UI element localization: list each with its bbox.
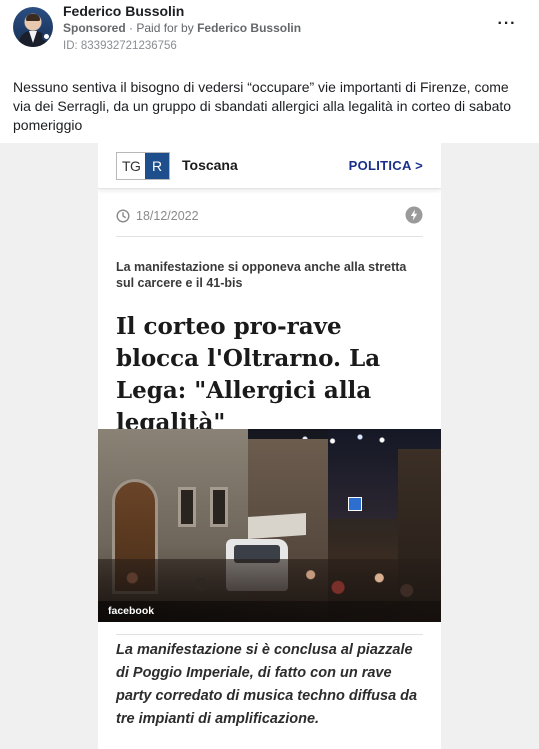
lightning-icon [405, 206, 423, 224]
photo-credit: facebook [108, 605, 155, 617]
tgr-logo-tg: TG [122, 158, 141, 174]
more-options-icon[interactable]: ··· [492, 14, 522, 34]
article-screenshot: TG R Toscana POLITICA > 18/12/2022 La ma… [98, 143, 441, 749]
photo-window [210, 487, 228, 527]
photo-street-sign [348, 497, 362, 511]
region-label: Toscana [182, 157, 238, 173]
article-kicker: La manifestazione si opponeva anche alla… [116, 260, 407, 290]
post-media[interactable]: TG R Toscana POLITICA > 18/12/2022 La ma… [0, 143, 539, 749]
article-photo: facebook [98, 429, 441, 622]
article-top-bar: TG R Toscana POLITICA > [98, 143, 441, 189]
summary-divider [116, 634, 423, 635]
avatar-hair [26, 14, 40, 21]
avatar-badge-icon [42, 32, 51, 41]
paid-by-name[interactable]: Federico Bussolin [197, 21, 301, 35]
tgr-logo-r: R [145, 153, 169, 179]
photo-window [178, 487, 196, 527]
paid-prefix: · Paid for by [129, 21, 194, 35]
post-header: Federico Bussolin Sponsored · Paid for b… [0, 0, 539, 62]
sponsored-label: Sponsored [63, 21, 126, 35]
sponsor-line: Sponsored · Paid for by Federico Bussoli… [63, 21, 301, 35]
article-meta: 18/12/2022 [116, 205, 423, 237]
section-link: POLITICA > [348, 158, 423, 173]
tgr-logo: TG R [116, 152, 170, 180]
post-text: Nessuno sentiva il bisogno di vedersi “o… [13, 79, 512, 133]
avatar[interactable] [13, 7, 53, 47]
ad-id: ID: 833932721236756 [63, 40, 177, 52]
article-date: 18/12/2022 [136, 209, 199, 223]
clock-icon [116, 209, 130, 223]
article-summary: La manifestazione si è conclusa al piazz… [116, 642, 418, 727]
photo-banner [248, 512, 306, 540]
article-headline: Il corteo pro-rave blocca l'Oltrarno. La… [116, 313, 381, 436]
author-name[interactable]: Federico Bussolin [63, 3, 184, 19]
